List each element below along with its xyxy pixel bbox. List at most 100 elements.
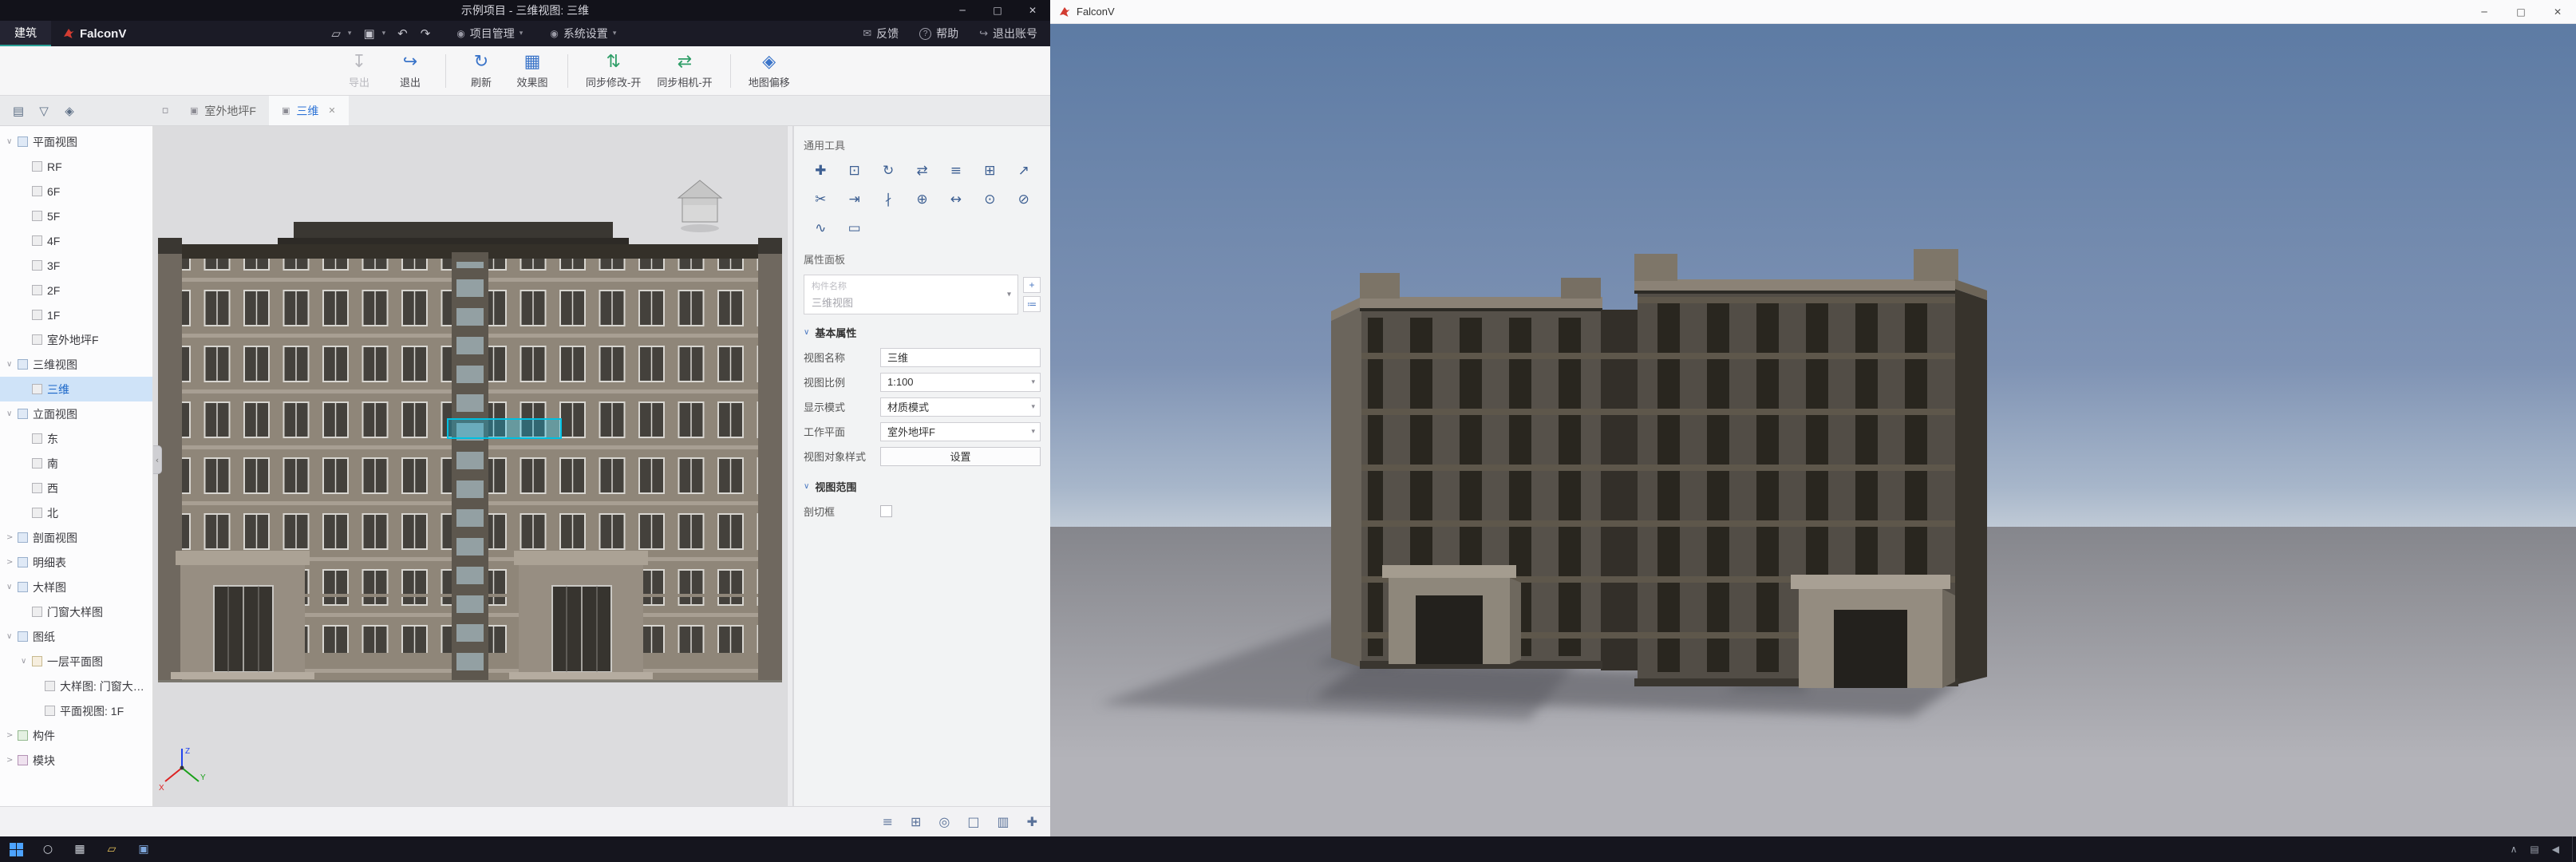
redo-button[interactable]: ↷ [415,26,437,41]
tool-delete-button[interactable]: ⊘ [1007,189,1041,210]
tool-ruler-button[interactable]: ▭ [837,218,871,239]
search-button[interactable]: ○ [32,836,64,862]
tool-move-button[interactable]: ✚ [804,160,837,181]
tree-caret[interactable]: ∨ [6,137,18,146]
section-basic-properties[interactable]: ∨ 基本属性 [804,325,1041,340]
tree-item-20[interactable]: ∨图纸 [0,624,152,649]
tool-array-button[interactable]: ⊞ [973,160,1006,181]
property-select-field-2[interactable]: 材质模式▾ [880,397,1041,417]
tree-item-4[interactable]: 4F [0,228,152,253]
section-view-range[interactable]: ∨ 视图范围 [804,479,1041,494]
clip-box-checkbox[interactable] [880,505,892,517]
tree-caret[interactable]: > [6,731,18,740]
tree-item-6[interactable]: 2F [0,278,152,302]
view-cube[interactable] [672,171,728,238]
feedback-button[interactable]: ✉ 反馈 [863,26,899,42]
panel-divider[interactable] [787,126,793,806]
tree-caret[interactable]: > [6,756,18,765]
tree-item-2[interactable]: 6F [0,179,152,204]
menu-system-settings[interactable]: ◉ 系统设置 ▾ [550,26,621,42]
tool-mirror-button[interactable]: ⇄ [905,160,938,181]
tree-item-7[interactable]: 1F [0,302,152,327]
tool-measure-button[interactable]: ↔ [939,189,973,210]
property-select-field-3[interactable]: 室外地坪F▾ [880,422,1041,441]
ribbon-refresh-button[interactable]: ↻刷新 [456,48,507,94]
render-viewport[interactable] [1050,24,2576,836]
tool-copy-button[interactable]: ⊡ [837,160,871,181]
view-tab-0[interactable]: ▣室外地坪F [177,96,269,125]
tool-rotate-button[interactable]: ↻ [871,160,905,181]
tree-item-1[interactable]: RF [0,154,152,179]
viewport-3d[interactable]: Z X Y ‹ [153,126,787,806]
list-button[interactable]: ≔ [1023,296,1041,312]
columns-icon[interactable]: ▥ [997,814,1009,829]
tree-item-15[interactable]: 北 [0,500,152,525]
tool-trim-button[interactable]: ✂ [804,189,837,210]
ribbon-sync-camera-button[interactable]: ⇄同步相机-开 [649,48,720,94]
tree-item-3[interactable]: 5F [0,204,152,228]
tool-join-button[interactable]: ⊕ [905,189,938,210]
snap-icon[interactable]: ◎ [938,814,950,829]
save-button[interactable]: ▣ [358,26,380,41]
tree-item-12[interactable]: 东 [0,426,152,451]
tree-caret[interactable]: > [6,533,18,542]
undo-button[interactable]: ↶ [392,26,413,41]
tree-caret[interactable]: ∨ [21,657,32,666]
tray-volume-icon[interactable]: ◀ [2552,844,2559,855]
task-view-button[interactable]: ▦ [64,836,96,862]
tree-item-10[interactable]: 三维 [0,377,152,401]
settings-button[interactable]: 设置 [880,447,1041,466]
tree-item-16[interactable]: >剖面视图 [0,525,152,550]
filter-icon[interactable]: ▽ [34,104,54,118]
module-tab-architecture[interactable]: 建筑 [0,21,51,46]
ribbon-map-offset-button[interactable]: ◈地图偏移 [741,48,798,94]
tree-item-0[interactable]: ∨平面视图 [0,129,152,154]
tree-item-17[interactable]: >明细表 [0,550,152,575]
tree-caret[interactable]: ∨ [6,360,18,369]
tree-item-9[interactable]: ∨三维视图 [0,352,152,377]
ribbon-exit-button[interactable]: ↪退出 [385,48,436,94]
ribbon-render-image-button[interactable]: ▦效果图 [507,48,558,94]
tree-item-8[interactable]: 室外地坪F [0,327,152,352]
tree-item-13[interactable]: 南 [0,451,152,476]
tool-extend-button[interactable]: ⇥ [837,189,871,210]
tree-item-5[interactable]: 3F [0,253,152,278]
axis-icon[interactable]: ◈ [59,104,80,118]
collapse-sidebar-handle[interactable]: ‹ [153,445,162,474]
tree-item-11[interactable]: ∨立面视图 [0,401,152,426]
property-select-field-1[interactable]: 1:100▾ [880,373,1041,392]
selection-icon[interactable]: □ [967,814,979,829]
tool-pin-button[interactable]: ⊙ [973,189,1006,210]
tree-item-19[interactable]: 门窗大样图 [0,599,152,624]
view-list-icon[interactable]: ≡ [883,814,893,829]
tree-item-24[interactable]: >构件 [0,723,152,748]
tree-item-21[interactable]: ∨一层平面图 [0,649,152,674]
tree-caret[interactable]: ∨ [6,632,18,641]
show-desktop-button[interactable] [2572,836,2576,862]
menu-project-management[interactable]: ◉ 项目管理 ▾ [456,26,527,42]
panel-icon[interactable]: ▤ [8,104,29,118]
start-button[interactable] [0,836,32,862]
views-home-button[interactable]: ▫ [153,96,177,125]
tree-caret[interactable]: > [6,558,18,567]
file-explorer-button[interactable]: ▱ [96,836,128,862]
tree-item-23[interactable]: 平面视图: 1F [0,698,152,723]
minimize-button[interactable]: ─ [945,0,980,21]
tool-align-button[interactable]: ≡ [939,160,973,181]
tool-split-button[interactable]: ∤ [871,189,905,210]
app-pinned-button[interactable]: ▣ [128,836,160,862]
element-type-selector[interactable]: 构件名称 三维视图 ▾ [804,275,1018,314]
chevron-down-icon[interactable]: ▾ [382,30,391,38]
close-tab-icon[interactable]: ✕ [328,105,335,116]
close-button[interactable]: ✕ [1015,0,1050,21]
view-tab-1[interactable]: ▣三维✕ [269,96,349,125]
chevron-down-icon[interactable]: ▾ [348,30,357,38]
layout-grid-icon[interactable]: ⊞ [911,814,921,829]
tree-caret[interactable]: ∨ [6,583,18,591]
tree-item-22[interactable]: 大样图: 门窗大样图 [0,674,152,698]
tree-item-25[interactable]: >模块 [0,748,152,773]
logout-button[interactable]: ↪ 退出账号 [979,26,1037,42]
tree-caret[interactable]: ∨ [6,409,18,418]
ribbon-sync-edit-button[interactable]: ⇅同步修改-开 [578,48,649,94]
minimize-button[interactable]: ─ [2466,0,2503,24]
